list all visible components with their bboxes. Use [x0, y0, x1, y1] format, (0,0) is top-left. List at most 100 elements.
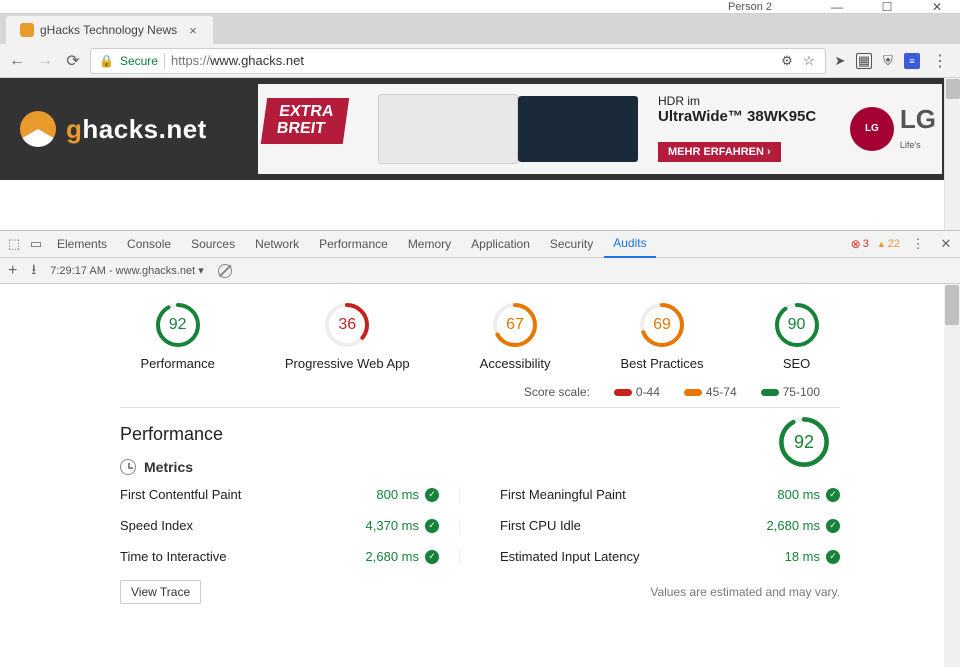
browser-menu[interactable]: ⋮: [926, 51, 954, 71]
devtools-panel: ⬚ ▭ ElementsConsoleSourcesNetworkPerform…: [0, 230, 960, 667]
device-toggle-icon[interactable]: ▭: [26, 236, 46, 252]
metric-value: 800 ms✓: [777, 487, 840, 502]
extensions: ➤ ▦ ⛨ ≡: [832, 53, 920, 69]
favicon-icon: [20, 23, 34, 37]
score-seo[interactable]: 90SEO: [774, 302, 820, 371]
reload-button[interactable]: ⟳: [62, 51, 84, 71]
audit-run-selector[interactable]: 7:29:17 AM - www.ghacks.net: [50, 264, 204, 277]
metric-value: 800 ms✓: [376, 487, 439, 502]
section-title: Performance: [120, 424, 840, 445]
url-text: https://www.ghacks.net: [171, 53, 304, 68]
divider: [164, 53, 165, 69]
devtools-menu-icon[interactable]: ⋮: [908, 236, 928, 252]
bookmark-icon[interactable]: ☆: [801, 53, 817, 69]
metric-value: 2,680 ms✓: [767, 518, 840, 533]
tab-close-icon[interactable]: ×: [189, 23, 197, 38]
metric-name: Time to Interactive: [120, 549, 226, 564]
scale-item: 45-74: [684, 385, 737, 399]
devtools-tab-console[interactable]: Console: [118, 231, 180, 258]
check-icon: ✓: [826, 488, 840, 502]
devtools-tab-security[interactable]: Security: [541, 231, 602, 258]
score-scale: Score scale: 0-4445-7475-100: [0, 381, 960, 407]
metrics-grid: First Contentful Paint800 ms✓First Meani…: [120, 487, 840, 564]
ad-badge: EXTRABREIT: [261, 98, 350, 144]
devtools-tabbar: ⬚ ▭ ElementsConsoleSourcesNetworkPerform…: [0, 231, 960, 258]
profile-label[interactable]: Person 2: [728, 1, 772, 13]
devtools-tab-network[interactable]: Network: [246, 231, 308, 258]
window-maximize[interactable]: ☐: [872, 0, 902, 14]
devtools-close-icon[interactable]: ✕: [936, 236, 956, 252]
devtools-tab-elements[interactable]: Elements: [48, 231, 116, 258]
ext-shield-icon[interactable]: ⛨: [880, 53, 896, 69]
ext-ad-icon[interactable]: ▦: [856, 53, 872, 69]
scrollbar-thumb[interactable]: [945, 285, 959, 325]
view-trace-button[interactable]: View Trace: [120, 580, 201, 604]
logo-text[interactable]: ghacks.net: [66, 114, 207, 145]
ext-send-icon[interactable]: ➤: [832, 53, 848, 69]
metric-row: First Meaningful Paint800 ms✓: [500, 487, 840, 502]
logo-icon: [20, 111, 56, 147]
warning-count[interactable]: 22: [877, 238, 900, 250]
check-icon: ✓: [826, 550, 840, 564]
metric-row: Speed Index4,370 ms✓: [120, 518, 460, 533]
score-best-practices[interactable]: 69Best Practices: [620, 302, 703, 371]
metric-row: First Contentful Paint 800 ms✓: [120, 487, 460, 502]
audits-toolbar: + ⭳ 7:29:17 AM - www.ghacks.net: [0, 258, 960, 284]
score-progressive-web-app[interactable]: 36Progressive Web App: [285, 302, 410, 371]
devtools-tab-sources[interactable]: Sources: [182, 231, 244, 258]
metric-row: First CPU Idle 2,680 ms✓: [500, 518, 840, 533]
page-scrollbar[interactable]: [944, 78, 960, 230]
download-report-button[interactable]: ⭳: [31, 259, 36, 283]
devtools-tab-memory[interactable]: Memory: [399, 231, 460, 258]
site-header: ghacks.net EXTRABREIT HDR imUltraWide™ 3…: [0, 78, 960, 180]
metrics-header: Metrics: [120, 459, 840, 475]
estimate-note: Values are estimated and may vary.: [650, 585, 840, 599]
check-icon: ✓: [425, 519, 439, 533]
section-score-gauge: 92: [778, 416, 830, 468]
scale-item: 0-44: [614, 385, 660, 399]
metric-value: 18 ms✓: [785, 549, 840, 564]
clear-icon[interactable]: [218, 264, 232, 278]
score-accessibility[interactable]: 67Accessibility: [480, 302, 551, 371]
metric-value: 2,680 ms✓: [366, 549, 439, 564]
site-settings-icon[interactable]: ⚙: [779, 53, 795, 69]
scale-label: Score scale:: [524, 385, 590, 399]
address-bar[interactable]: 🔒 Secure https://www.ghacks.net ⚙ ☆: [90, 48, 826, 74]
new-audit-button[interactable]: +: [8, 262, 17, 280]
lock-icon: 🔒: [99, 54, 114, 68]
devtools-tab-audits[interactable]: Audits: [604, 231, 655, 258]
forward-button[interactable]: →: [34, 52, 56, 70]
error-count[interactable]: 3: [851, 237, 869, 251]
tab-title: gHacks Technology News: [40, 23, 177, 37]
metric-name: Estimated Input Latency: [500, 549, 639, 564]
score-row: 92Performance 36Progressive Web App 67Acce…: [0, 284, 960, 381]
window-close[interactable]: ✕: [922, 0, 952, 14]
back-button[interactable]: ←: [6, 52, 28, 70]
clock-icon: [120, 459, 136, 475]
ad-cta-button[interactable]: MEHR ERFAHREN ›: [658, 142, 781, 162]
tab-strip: gHacks Technology News ×: [0, 14, 960, 44]
ext-badge-icon[interactable]: ≡: [904, 53, 920, 69]
window-minimize[interactable]: —: [822, 0, 852, 14]
metric-name: First Contentful Paint: [120, 487, 241, 502]
ad-copy: HDR imUltraWide™ 38WK95C: [658, 94, 816, 125]
window-titlebar: Person 2 — ☐ ✕: [0, 0, 960, 14]
devtools-tab-application[interactable]: Application: [462, 231, 539, 258]
audits-body: 92Performance 36Progressive Web App 67Acce…: [0, 284, 960, 667]
secure-label: Secure: [120, 54, 158, 68]
toolbar: ← → ⟳ 🔒 Secure https://www.ghacks.net ⚙ …: [0, 44, 960, 78]
score-performance[interactable]: 92Performance: [140, 302, 214, 371]
check-icon: ✓: [425, 488, 439, 502]
metric-row: Estimated Input Latency 18 ms✓: [500, 549, 840, 564]
inspect-element-icon[interactable]: ⬚: [4, 236, 24, 252]
ad-banner[interactable]: EXTRABREIT HDR imUltraWide™ 38WK95C MEHR…: [258, 84, 942, 174]
scrollbar-thumb[interactable]: [946, 79, 960, 99]
metric-value: 4,370 ms✓: [366, 518, 439, 533]
performance-section: Performance 92 Metrics First Contentful …: [0, 408, 960, 564]
lg-logo-icon: LG: [850, 107, 894, 151]
metric-name: First CPU Idle: [500, 518, 581, 533]
browser-tab[interactable]: gHacks Technology News ×: [6, 16, 213, 44]
devtools-tab-performance[interactable]: Performance: [310, 231, 397, 258]
page-viewport: ghacks.net EXTRABREIT HDR imUltraWide™ 3…: [0, 78, 960, 230]
devtools-scrollbar[interactable]: [944, 284, 960, 667]
